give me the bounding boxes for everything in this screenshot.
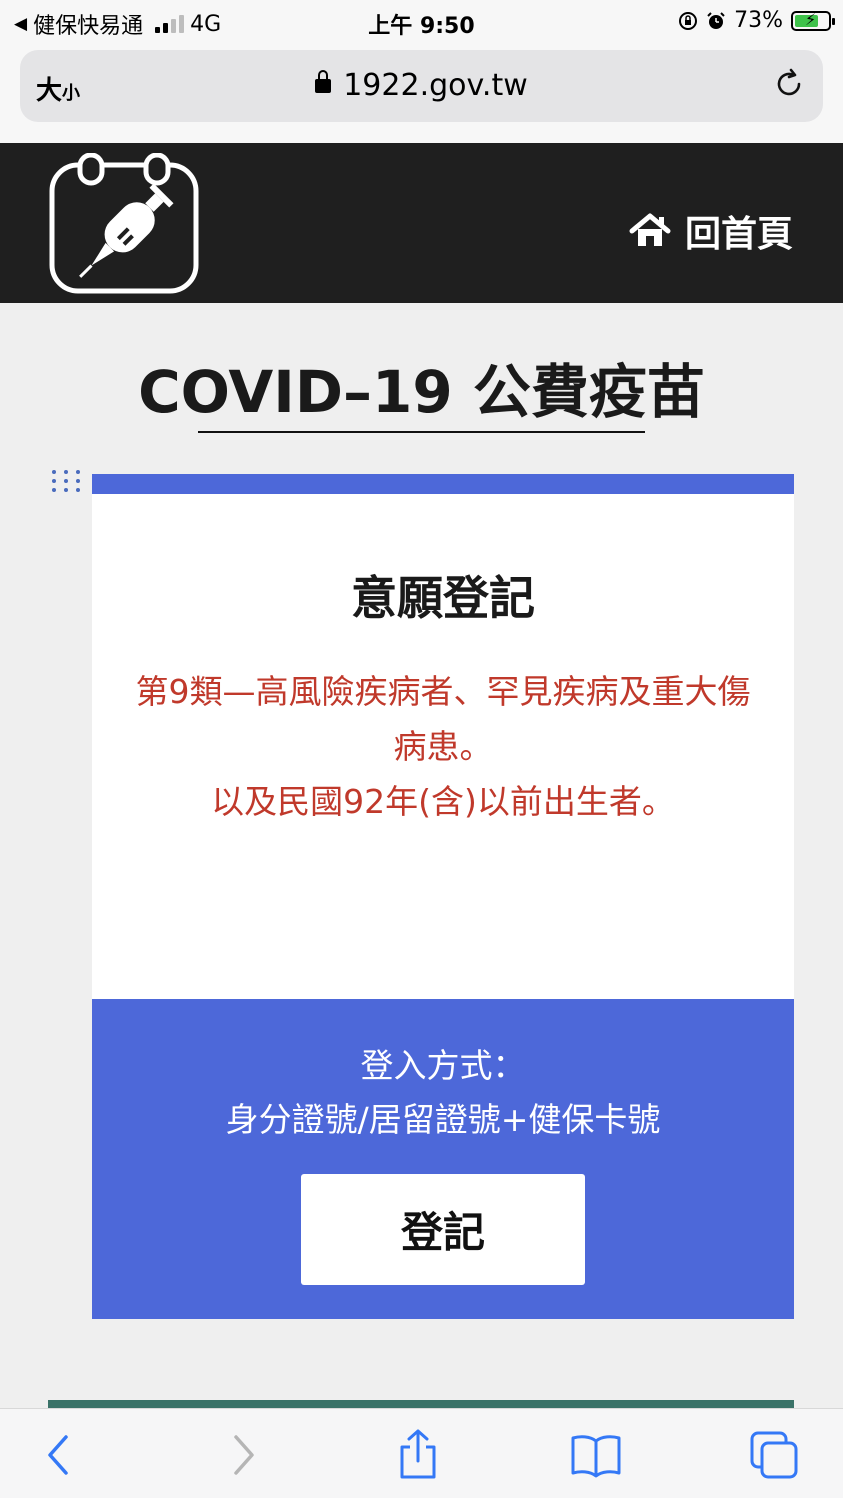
address-bar[interactable]: 大小 1922.gov.tw [20,50,823,122]
lock-icon [315,70,332,93]
home-label: 回首頁 [684,214,793,255]
bookmarks-icon[interactable] [568,1427,624,1483]
url-display[interactable]: 1922.gov.tw [20,68,823,103]
charging-bolt-icon: ⚡ [805,9,817,29]
reload-icon[interactable] [771,66,807,102]
eligibility-line-2: 病患。 [393,727,493,766]
login-method-title: 登入方式： [360,1046,526,1085]
home-link[interactable]: 回首頁 [629,205,793,257]
status-right: 73% ⚡ [678,8,835,33]
login-section: 登入方式： 身分證號/居留證號+健保卡號 登記 [92,999,794,1319]
battery-icon: ⚡ [791,9,835,31]
rotation-lock-icon [679,11,698,30]
share-icon[interactable] [390,1427,446,1483]
page-title: COVID–19 公費疫苗 [138,358,705,426]
eligibility-line-1: 第9類—高風險疾病者、罕見疾病及重大傷 [135,672,751,711]
back-icon[interactable] [32,1427,88,1483]
alarm-icon [707,11,725,29]
card-accent-bar [92,474,794,494]
status-bar: ◀ 健保快易通 4G 上午 9:50 73% ⚡ [0,0,843,44]
eligibility-description: 第9類—高風險疾病者、罕見疾病及重大傷 病患。 以及民國92年(含)以前出生者。 [92,664,794,829]
vaccine-calendar-icon[interactable] [48,153,200,295]
tabs-icon[interactable] [746,1427,802,1483]
battery-percent: 73% [734,8,783,33]
home-icon [629,213,671,246]
register-button[interactable]: 登記 [301,1174,585,1285]
forward-icon[interactable] [214,1427,270,1483]
card-title: 意願登記 [351,571,535,625]
site-header: 回首頁 [0,143,843,303]
title-underline [198,431,645,433]
url-text: 1922.gov.tw [343,68,528,103]
dots-decoration [52,470,82,494]
login-method-detail: 身分證號/居留證號+健保卡號 [225,1100,661,1139]
browser-toolbar [0,1408,843,1498]
browser-address-area: 大小 1922.gov.tw [0,44,843,143]
eligibility-line-3: 以及民國92年(含)以前出生者。 [211,782,675,821]
registration-card: 意願登記 第9類—高風險疾病者、罕見疾病及重大傷 病患。 以及民國92年(含)以… [92,474,794,1319]
